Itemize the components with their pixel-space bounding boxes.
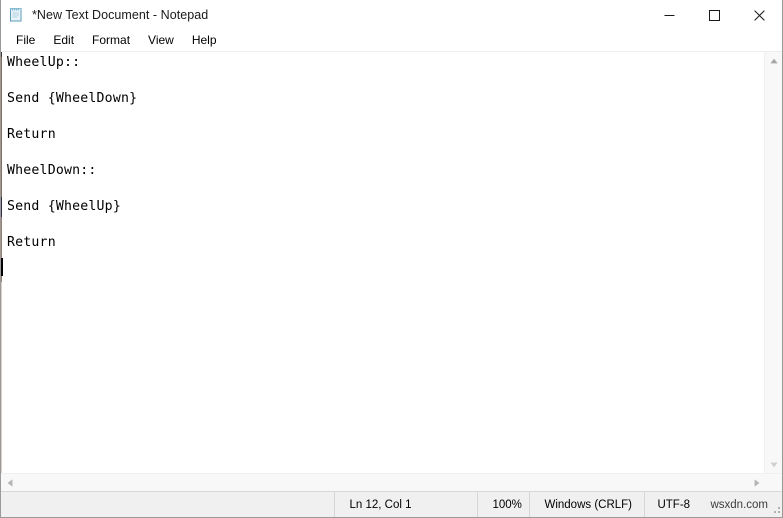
scroll-up-icon[interactable] bbox=[765, 52, 782, 69]
maximize-icon bbox=[709, 9, 720, 21]
notepad-icon bbox=[8, 7, 24, 23]
minimize-button[interactable] bbox=[647, 0, 692, 30]
menu-item-file[interactable]: File bbox=[7, 31, 44, 50]
close-button[interactable] bbox=[737, 0, 782, 30]
resize-grip[interactable] bbox=[772, 492, 782, 517]
menu-bar: File Edit Format View Help bbox=[1, 30, 782, 51]
scroll-down-icon[interactable] bbox=[765, 456, 782, 473]
status-spacer bbox=[1, 492, 334, 517]
editor-line: Send {WheelUp} bbox=[7, 199, 121, 214]
status-cursor-position: Ln 12, Col 1 bbox=[334, 492, 477, 517]
text-editor[interactable]: WheelUp:: Send {WheelDown} Return WheelD… bbox=[1, 52, 764, 473]
horizontal-scrollbar[interactable] bbox=[1, 473, 782, 491]
status-encoding[interactable]: UTF-8 bbox=[644, 492, 704, 517]
status-line-ending[interactable]: Windows (CRLF) bbox=[529, 492, 644, 517]
text-caret bbox=[1, 258, 3, 276]
maximize-button[interactable] bbox=[692, 0, 737, 30]
horizontal-scroll-track[interactable] bbox=[18, 474, 748, 491]
minimize-icon bbox=[664, 14, 675, 16]
title-bar[interactable]: *New Text Document - Notepad bbox=[1, 0, 782, 30]
vertical-scrollbar[interactable] bbox=[764, 52, 782, 473]
editor-line: WheelDown:: bbox=[7, 163, 97, 178]
menu-item-help[interactable]: Help bbox=[183, 31, 226, 50]
scroll-right-icon[interactable] bbox=[748, 474, 765, 491]
resize-grip-dots bbox=[773, 507, 781, 514]
menu-item-view[interactable]: View bbox=[139, 31, 183, 50]
editor-line: Send {WheelDown} bbox=[7, 91, 138, 106]
notepad-window: *New Text Document - Notepad File Edit F… bbox=[0, 0, 783, 518]
editor-line: Return bbox=[7, 235, 56, 250]
menu-item-edit[interactable]: Edit bbox=[44, 31, 83, 50]
close-icon bbox=[754, 9, 765, 21]
window-title: *New Text Document - Notepad bbox=[32, 8, 209, 22]
editor-region: WheelUp:: Send {WheelDown} Return WheelD… bbox=[1, 51, 782, 473]
editor-line: Return bbox=[7, 127, 56, 142]
watermark-text: wsxdn.com bbox=[710, 498, 768, 511]
window-controls bbox=[647, 0, 782, 30]
scroll-left-icon[interactable] bbox=[1, 474, 18, 491]
menu-item-format[interactable]: Format bbox=[83, 31, 139, 50]
status-zoom-level[interactable]: 100% bbox=[477, 492, 529, 517]
status-bar: Ln 12, Col 1 100% Windows (CRLF) UTF-8 w… bbox=[1, 491, 782, 517]
scrollbar-corner bbox=[765, 474, 782, 491]
vertical-scroll-track[interactable] bbox=[765, 69, 782, 456]
editor-line: WheelUp:: bbox=[7, 55, 81, 70]
